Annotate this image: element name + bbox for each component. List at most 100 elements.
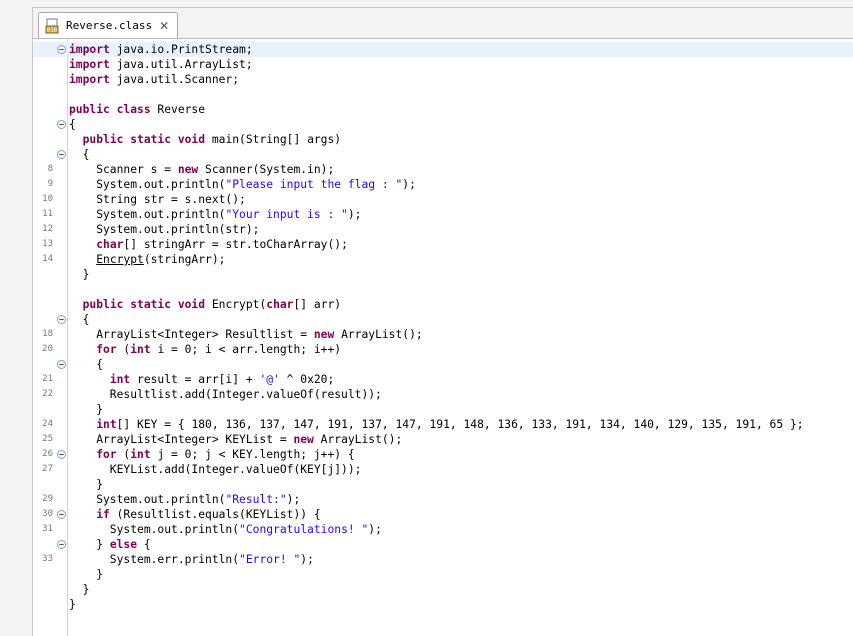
code-line[interactable]: 11 System.out.println("Your input is : "… (33, 207, 853, 222)
code-text[interactable]: } (69, 597, 76, 612)
code-text[interactable]: char[] stringArr = str.toCharArray(); (69, 237, 348, 252)
code-text[interactable]: public class Reverse (69, 102, 205, 117)
code-text[interactable]: public static void Encrypt(char[] arr) (69, 297, 341, 312)
code-token: KEYList.add(Integer.valueOf(KEY[j])); (69, 463, 362, 476)
code-line[interactable]: 25 ArrayList<Integer> KEYList = new Arra… (33, 432, 853, 447)
code-text[interactable]: KEYList.add(Integer.valueOf(KEY[j])); (69, 462, 362, 477)
code-line[interactable]: public static void main(String[] args) (33, 132, 853, 147)
code-line[interactable] (33, 87, 853, 102)
code-text[interactable]: ArrayList<Integer> KEYList = new ArrayLi… (69, 432, 402, 447)
code-text[interactable]: if (Resultlist.equals(KEYList)) { (69, 507, 320, 522)
line-number: 11 (42, 209, 53, 219)
code-line[interactable]: } (33, 402, 853, 417)
code-line-current[interactable]: import java.io.PrintStream; (33, 42, 853, 57)
code-text[interactable]: } (69, 567, 103, 582)
code-line[interactable]: } else { (33, 537, 853, 552)
fold-collapse-icon[interactable] (57, 45, 66, 54)
code-line[interactable]: { (33, 117, 853, 132)
fold-collapse-icon[interactable] (57, 315, 66, 324)
code-token: ); (347, 208, 362, 221)
code-line[interactable]: 33 System.err.println("Error! "); (33, 552, 853, 567)
code-line[interactable]: } (33, 597, 853, 612)
code-token: [] stringArr = str.toCharArray(); (123, 238, 348, 251)
code-text[interactable]: import java.util.ArrayList; (69, 57, 253, 72)
code-line[interactable]: 29 System.out.println("Result:"); (33, 492, 853, 507)
code-text[interactable]: } (69, 477, 103, 492)
code-line[interactable]: import java.util.Scanner; (33, 72, 853, 87)
code-line[interactable]: 31 System.out.println("Congratulations! … (33, 522, 853, 537)
code-line[interactable]: 20 for (int i = 0; i < arr.length; i++) (33, 342, 853, 357)
line-number: 20 (42, 344, 53, 354)
code-text[interactable]: } (69, 402, 103, 417)
code-text[interactable]: Encrypt(stringArr); (69, 252, 225, 267)
code-line[interactable]: 14 Encrypt(stringArr); (33, 252, 853, 267)
fold-collapse-icon[interactable] (57, 120, 66, 129)
code-token: System.out.println( (69, 178, 226, 191)
code-line[interactable]: 24 int[] KEY = { 180, 136, 137, 147, 191… (33, 417, 853, 432)
code-text[interactable]: System.out.println("Please input the fla… (69, 177, 416, 192)
code-text[interactable]: String str = s.next(); (69, 192, 246, 207)
code-text[interactable]: import java.util.Scanner; (69, 72, 239, 87)
code-line[interactable]: 22 Resultlist.add(Integer.valueOf(result… (33, 387, 853, 402)
code-line[interactable] (33, 282, 853, 297)
fold-collapse-icon[interactable] (57, 540, 66, 549)
code-line[interactable]: 9 System.out.println("Please input the f… (33, 177, 853, 192)
keyword-token: public class (69, 103, 151, 116)
code-text[interactable]: System.out.println(str); (69, 222, 259, 237)
code-line[interactable]: } (33, 267, 853, 282)
editor-tab-reverse-class[interactable]: 010 Reverse.class ✕ (38, 12, 179, 38)
code-token: { (69, 313, 90, 326)
fold-collapse-icon[interactable] (57, 360, 66, 369)
code-text[interactable]: Resultlist.add(Integer.valueOf(result)); (69, 387, 382, 402)
code-text[interactable]: import java.io.PrintStream; (69, 42, 253, 57)
code-text[interactable]: for (int j = 0; j < KEY.length; j++) { (69, 447, 355, 462)
code-line[interactable]: 30 if (Resultlist.equals(KEYList)) { (33, 507, 853, 522)
string-literal-token: "Result:" (225, 493, 287, 506)
code-line[interactable]: 21 int result = arr[i] + '@' ^ 0x20; (33, 372, 853, 387)
code-text[interactable]: } else { (69, 537, 150, 552)
code-text[interactable]: for (int i = 0; i < arr.length; i++) (69, 342, 341, 357)
code-token: ArrayList<Integer> KEYList = (69, 433, 294, 446)
code-line[interactable]: 13 char[] stringArr = str.toCharArray(); (33, 237, 853, 252)
code-text[interactable]: } (69, 267, 90, 282)
code-line[interactable]: { (33, 357, 853, 372)
fold-collapse-icon[interactable] (57, 450, 66, 459)
fold-collapse-icon[interactable] (57, 510, 66, 519)
code-text[interactable]: { (69, 147, 90, 162)
code-line[interactable]: } (33, 477, 853, 492)
code-line[interactable]: 26 for (int j = 0; j < KEY.length; j++) … (33, 447, 853, 462)
code-text[interactable]: Scanner s = new Scanner(System.in); (69, 162, 334, 177)
code-text[interactable]: ArrayList<Integer> Resultlist = new Arra… (69, 327, 422, 342)
code-line[interactable]: { (33, 147, 853, 162)
code-text[interactable]: System.out.println("Your input is : "); (69, 207, 361, 222)
code-line[interactable]: 12 System.out.println(str); (33, 222, 853, 237)
code-text[interactable]: System.out.println("Result:"); (69, 492, 300, 507)
code-line[interactable]: } (33, 582, 853, 597)
keyword-token: public static void (82, 298, 206, 311)
code-line[interactable]: 18 ArrayList<Integer> Resultlist = new A… (33, 327, 853, 342)
code-text[interactable]: } (69, 582, 90, 597)
code-text[interactable]: { (69, 117, 76, 132)
code-line[interactable]: import java.util.ArrayList; (33, 57, 853, 72)
code-line[interactable]: 8 Scanner s = new Scanner(System.in); (33, 162, 853, 177)
code-text[interactable]: System.err.println("Error! "); (69, 552, 314, 567)
code-text[interactable]: { (69, 312, 90, 327)
code-line[interactable]: public static void Encrypt(char[] arr) (33, 297, 853, 312)
code-line[interactable]: { (33, 312, 853, 327)
close-icon[interactable]: ✕ (159, 20, 169, 32)
code-editor[interactable]: import java.io.PrintStream; import java.u… (33, 39, 853, 636)
code-text[interactable]: public static void main(String[] args) (69, 132, 341, 147)
code-line[interactable]: 10 String str = s.next(); (33, 192, 853, 207)
line-number: 8 (47, 164, 53, 174)
code-line[interactable]: public class Reverse (33, 102, 853, 117)
code-line[interactable]: 27 KEYList.add(Integer.valueOf(KEY[j])); (33, 462, 853, 477)
fold-collapse-icon[interactable] (57, 150, 66, 159)
code-text[interactable]: int[] KEY = { 180, 136, 137, 147, 191, 1… (69, 417, 803, 432)
code-text[interactable]: { (69, 357, 103, 372)
code-line[interactable]: } (33, 567, 853, 582)
code-token: j = 0; j < KEY.length; j++) { (150, 448, 355, 461)
code-text[interactable]: int result = arr[i] + '@' ^ 0x20; (69, 372, 334, 387)
code-text[interactable]: System.out.println("Congratulations! "); (69, 522, 382, 537)
